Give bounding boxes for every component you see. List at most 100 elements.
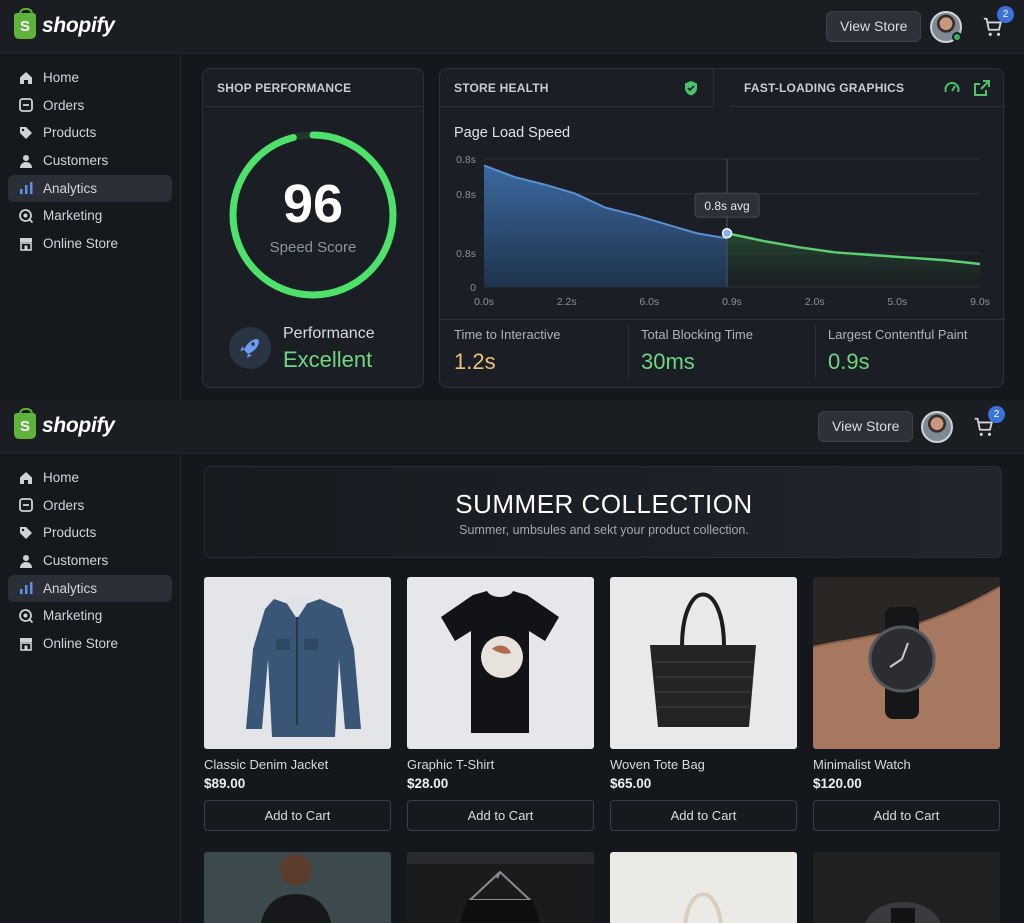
x-tick-label: 0.0s [474,296,494,308]
sidebar-item-products[interactable]: Products [8,519,172,546]
divider [628,325,629,377]
shield-check-icon [685,81,697,96]
sidebar-item-label: Orders [43,497,85,513]
sidebar-item-label: Online Store [43,236,119,252]
metric-value: 1.2s [454,349,496,374]
sidebar-item-marketing[interactable]: Marketing [8,602,172,629]
cart-count-badge: 2 [997,6,1014,23]
sidebar-item-marketing[interactable]: Marketing [8,202,172,229]
sidebar-item-orders[interactable]: Orders [8,492,172,519]
tooltip-text: 0.8s avg [704,199,749,213]
shopify-logo[interactable]: S shopify [14,8,115,39]
orders-icon [19,498,33,513]
sidebar-item-analytics[interactable]: Analytics [8,174,172,202]
top-bar: S shopify View Store 2 [0,400,1024,454]
y-tick-label: 0.8s [456,154,476,166]
sidebar-item-label: Orders [43,97,85,113]
view-store-button[interactable]: View Store [818,411,914,442]
fast-loading-header: FAST-LOADING GRAPHICS [730,69,1005,107]
home-icon [20,71,32,84]
tote-bag-image[interactable] [610,577,797,749]
sidebar-item-label: Home [43,470,80,485]
sidebar-item-label: Online Store [43,636,119,652]
orders-icon [19,98,33,113]
sidebar-item-home[interactable]: Home [8,64,172,91]
shopify-bag-icon: S [14,408,36,439]
sidebar-item-label: Marketing [43,608,103,624]
metric-value: 0.9s [828,349,870,374]
sidebar-item-analytics[interactable]: Analytics [8,574,172,602]
metric-tbt: Total Blocking Time 30ms [641,327,753,375]
bar-chart-icon [20,582,33,595]
storefront-screen: S shopify View Store 2 Home Orders Produ… [0,400,1024,923]
product-card[interactable]: Minimalist Watch $120.00 Add to Cart [813,577,1001,831]
avatar[interactable] [930,11,962,43]
sidebar-item-label: Home [43,70,80,85]
product-image[interactable] [813,852,1000,923]
product-image[interactable] [204,852,391,923]
product-image[interactable] [610,852,797,923]
graphic-tshirt-image[interactable] [407,577,594,749]
product-price: $89.00 [204,776,246,791]
brand-name: shopify [42,14,115,37]
sidebar-item-customers[interactable]: Customers [8,547,172,574]
data-point-marker [721,227,733,239]
product-image[interactable] [407,852,594,923]
sidebar-item-products[interactable]: Products [8,119,172,146]
x-tick-label: 9.0s [970,296,990,308]
home-icon [20,471,32,484]
shopify-logo[interactable]: S shopify [14,408,115,439]
sidebar-item-home[interactable]: Home [8,464,172,491]
sidebar-item-label: Analytics [43,580,98,596]
add-to-cart-button[interactable]: Add to Cart [204,800,391,831]
product-price: $28.00 [407,776,449,791]
external-link-icon[interactable] [973,79,991,97]
sidebar-item-label: Analytics [43,180,98,196]
sidebar-item-label: Customers [43,153,109,169]
store-health-card: STORE HEALTH FAST-LOADING GRAPHICS Page … [439,68,1005,388]
sidebar-item-online-store[interactable]: Online Store [8,630,172,657]
avatar[interactable] [921,411,953,443]
add-to-cart-button[interactable]: Add to Cart [813,800,1000,831]
banner-title: SUMMER COLLECTION [455,489,753,519]
page-load-speed-chart: 0.8s 0.8s 0.8s 0 0.0s 2.2s 6.0s 0.9s 2.0s 5.0s 9.0… [456,154,990,308]
person-icon [20,154,32,168]
metric-label: Time to Interactive [454,327,561,342]
speed-score-ring: 96 Speed Score [227,129,399,301]
shop-performance-card: SHOP PERFORMANCE 96 Speed Score Performa… [202,68,424,388]
sidebar-item-online-store[interactable]: Online Store [8,230,172,257]
product-card[interactable]: Woven Tote Bag $65.00 Add to Cart [610,577,798,831]
metric-label: Largest Contentful Paint [828,327,968,342]
minimalist-watch-image[interactable] [813,577,1000,749]
product-name: Classic Denim Jacket [204,757,329,772]
bar-chart-icon [20,182,33,195]
product-name: Graphic T-Shirt [407,757,495,772]
speedometer-icon[interactable] [943,79,961,97]
sidebar-item-label: Customers [43,553,109,569]
sidebar: Home Orders Products Customers Analytics… [0,455,181,923]
speed-score-value: 96 [282,174,344,234]
denim-jacket-image[interactable] [204,577,391,749]
divider [815,325,816,377]
top-bar: S shopify View Store 2 [0,0,1024,54]
sidebar-item-orders[interactable]: Orders [8,92,172,119]
cart-count-badge: 2 [988,406,1005,423]
rocket-icon [229,327,271,369]
product-card[interactable]: Graphic T-Shirt $28.00 Add to Cart [407,577,595,831]
sidebar-item-customers[interactable]: Customers [8,147,172,174]
view-store-button[interactable]: View Store [826,11,922,42]
add-to-cart-button[interactable]: Add to Cart [610,800,797,831]
y-tick-label: 0.8s [456,248,476,260]
cart-icon[interactable]: 2 [973,406,1005,438]
metric-lcp: Largest Contentful Paint 0.9s [828,327,967,375]
add-to-cart-button[interactable]: Add to Cart [407,800,594,831]
cart-icon[interactable]: 2 [982,6,1014,38]
target-icon [19,609,34,624]
speed-score-label: Speed Score [269,239,357,256]
store-icon [20,237,32,251]
tag-icon [20,126,32,139]
product-card[interactable]: Classic Denim Jacket $89.00 Add to Cart [204,577,392,831]
metric-label: Total Blocking Time [641,327,753,342]
metric-tti: Time to Interactive 1.2s [454,327,560,375]
analytics-dashboard-screen: S shopify View Store 2 Home Orders Produ… [0,0,1024,400]
